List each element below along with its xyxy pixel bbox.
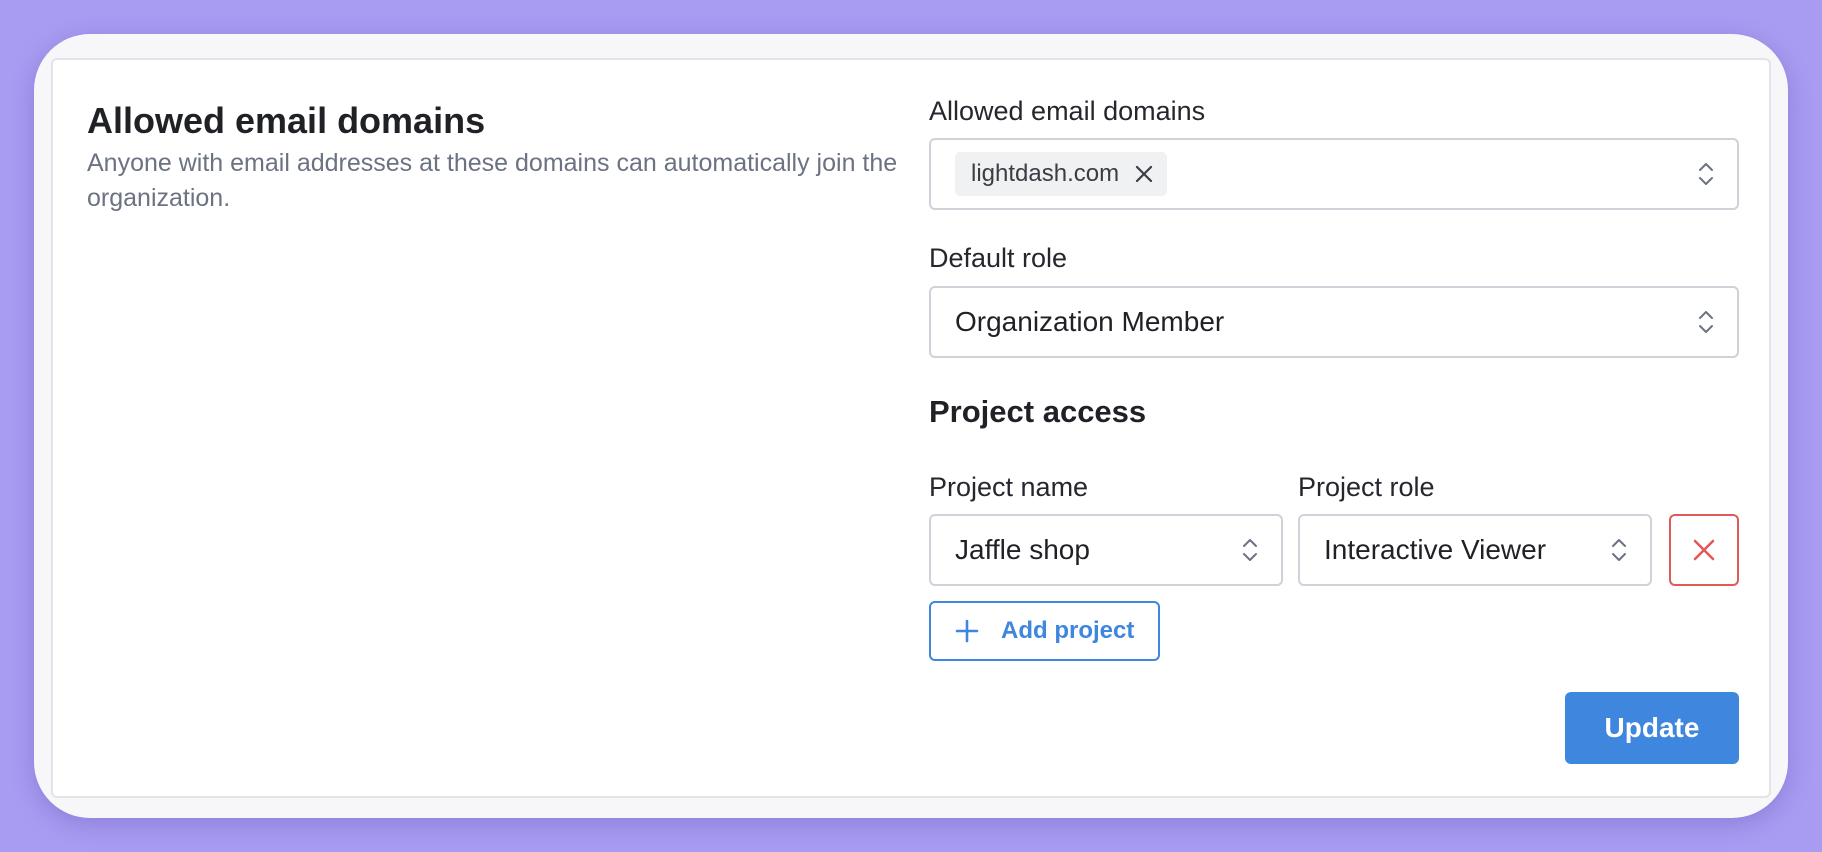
project-role-value: Interactive Viewer <box>1324 534 1547 565</box>
settings-card: Allowed email domains Anyone with email … <box>51 58 1771 798</box>
plus-icon <box>955 619 979 643</box>
section-description: Anyone with email addresses at these dom… <box>87 149 898 212</box>
project-name-label: Project name <box>929 472 1089 502</box>
project-access-heading: Project access <box>929 394 1147 429</box>
domain-chip-label: lightdash.com <box>971 160 1120 187</box>
project-role-select[interactable]: Interactive Viewer <box>1298 514 1652 586</box>
chevron-updown-icon <box>1243 539 1257 561</box>
add-project-label: Add project <box>1001 617 1135 644</box>
chevron-updown-icon <box>1612 539 1626 561</box>
domains-label: Allowed email domains <box>929 96 1206 126</box>
default-role-value: Organization Member <box>955 306 1225 337</box>
add-project-button[interactable]: Add project <box>929 601 1161 661</box>
chevron-updown-icon <box>1699 311 1713 333</box>
chip-remove-icon[interactable] <box>1133 163 1155 185</box>
remove-project-button[interactable] <box>1669 514 1739 586</box>
close-icon <box>1693 539 1715 561</box>
project-name-value: Jaffle shop <box>955 534 1090 565</box>
default-role-select[interactable]: Organization Member <box>929 286 1739 358</box>
domains-multiselect[interactable]: lightdash.com <box>929 138 1739 210</box>
update-button[interactable]: Update <box>1565 692 1739 764</box>
chevron-updown-icon <box>1699 163 1713 185</box>
default-role-label: Default role <box>929 243 1068 273</box>
project-name-select[interactable]: Jaffle shop <box>929 514 1283 586</box>
project-role-label: Project role <box>1298 472 1435 502</box>
domain-chip: lightdash.com <box>955 152 1168 196</box>
section-title: Allowed email domains <box>87 100 486 141</box>
